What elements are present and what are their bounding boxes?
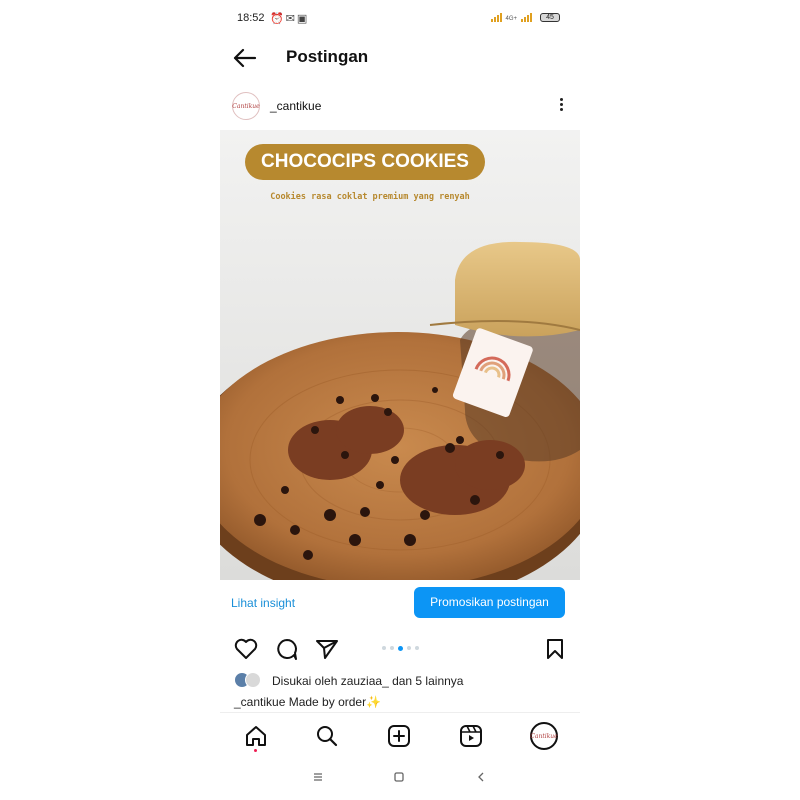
- status-time: 18:52: [237, 12, 265, 24]
- heart-icon[interactable]: [233, 636, 259, 662]
- liker-avatar-2[interactable]: [245, 672, 261, 688]
- status-right-icons: 4G+ 45: [491, 13, 560, 22]
- comment-icon[interactable]: [274, 636, 300, 662]
- post-caption: _cantikue Made by order✨: [234, 695, 382, 709]
- profile-logo-text: Cantikue: [530, 732, 558, 740]
- avatar-logo-text: Cantikue: [232, 102, 260, 110]
- avatar[interactable]: Cantikue: [232, 92, 260, 120]
- profile-avatar[interactable]: Cantikue: [530, 722, 558, 750]
- share-icon[interactable]: [314, 636, 340, 662]
- app-header: Postingan: [220, 38, 580, 78]
- post-actions: [220, 634, 580, 664]
- home-square-icon[interactable]: [392, 770, 406, 784]
- arrow-left-icon[interactable]: [232, 46, 258, 70]
- network-type: 4G+: [505, 16, 517, 22]
- gmail-icon: ✉: [285, 13, 297, 25]
- new-post-icon[interactable]: [386, 723, 412, 749]
- alarm-icon: ⏰: [270, 13, 286, 25]
- post-username[interactable]: _cantikue: [270, 99, 321, 113]
- post-header: Cantikue _cantikue: [220, 88, 580, 124]
- image-banner-subtitle: Cookies rasa coklat premium yang renyah: [270, 192, 470, 202]
- page-title: Postingan: [286, 47, 369, 66]
- battery-icon: 45: [540, 13, 560, 22]
- system-navigation: [220, 764, 580, 790]
- post-image[interactable]: CHOCOCIPS COOKIES Cookies rasa coklat pr…: [220, 130, 580, 580]
- signal-icon-2: [521, 13, 532, 22]
- bottom-navigation: Cantikue: [220, 712, 580, 760]
- phone-screen: 18:52 ⏰✉▣ 4G+ 45 Postingan Cantikue _can…: [220, 0, 580, 800]
- menu-icon[interactable]: [311, 770, 325, 784]
- home-icon[interactable]: [243, 723, 269, 749]
- reels-icon[interactable]: [458, 723, 484, 749]
- shopping-bag-icon: ▣: [296, 13, 310, 25]
- back-chevron-icon[interactable]: [474, 770, 488, 784]
- more-vertical-icon[interactable]: [556, 96, 566, 116]
- likes-text[interactable]: Disukai oleh zauziaa_ dan 5 lainnya: [272, 674, 463, 688]
- promote-post-button[interactable]: Promosikan postingan: [414, 587, 565, 618]
- signal-icon: [491, 13, 503, 22]
- insight-row: Lihat insight Promosikan postingan: [220, 585, 580, 621]
- bookmark-icon[interactable]: [542, 636, 568, 662]
- status-bar: 18:52 ⏰✉▣ 4G+ 45: [220, 8, 580, 30]
- image-banner-title: CHOCOCIPS COOKIES: [245, 144, 485, 180]
- notification-dot: [254, 749, 257, 752]
- carousel-indicator: [382, 645, 419, 651]
- likes-row: Disukai oleh zauziaa_ dan 5 lainnya: [234, 672, 574, 690]
- search-icon[interactable]: [314, 723, 340, 749]
- view-insight-link[interactable]: Lihat insight: [231, 596, 295, 610]
- status-notification-icons: ⏰✉▣: [270, 12, 309, 25]
